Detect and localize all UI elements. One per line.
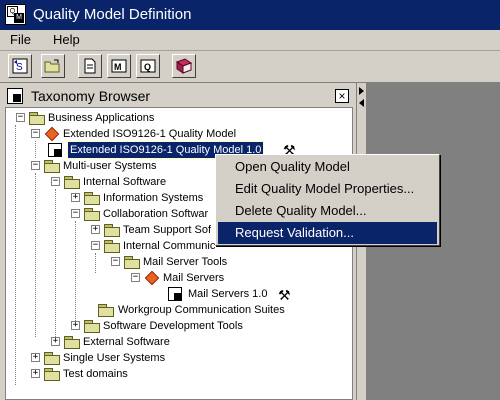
open-folder-icon — [44, 59, 60, 73]
taxonomy-tree[interactable]: − Business Applications − Extended ISO91… — [5, 107, 353, 400]
model-q-button[interactable]: Q — [136, 54, 160, 78]
folder-icon — [104, 223, 120, 237]
expand-toggle[interactable]: + — [71, 321, 80, 330]
window-title-bar[interactable]: QM Quality Model Definition — [0, 0, 500, 30]
toolbar: S M Q — [0, 51, 500, 83]
quality-model-icon — [168, 287, 184, 301]
context-menu: Open Quality Model Edit Quality Model Pr… — [215, 154, 440, 246]
model-cube-icon — [44, 126, 60, 142]
model-m-icon: M — [111, 59, 127, 73]
collapse-toggle[interactable]: − — [51, 177, 60, 186]
panel-close-button[interactable]: × — [335, 89, 349, 103]
collapse-toggle[interactable]: − — [91, 241, 100, 250]
svg-text:Q: Q — [144, 62, 151, 72]
menu-item-edit-properties[interactable]: Edit Quality Model Properties... — [218, 178, 437, 200]
document-button[interactable] — [78, 54, 102, 78]
folder-icon — [84, 191, 100, 205]
collapse-toggle[interactable]: − — [111, 257, 120, 266]
folder-icon — [44, 159, 60, 173]
expand-toggle[interactable]: + — [51, 337, 60, 346]
model-m-button[interactable]: M — [107, 54, 131, 78]
collapse-toggle[interactable]: − — [31, 161, 40, 170]
open-button[interactable] — [41, 54, 65, 78]
svg-text:M: M — [114, 62, 122, 72]
splitter-left-arrow-icon[interactable] — [359, 99, 364, 107]
folder-icon — [44, 351, 60, 365]
book-button[interactable] — [172, 54, 196, 78]
document-icon — [84, 58, 96, 74]
splitter-right-arrow-icon[interactable] — [359, 87, 364, 95]
window-title: Quality Model Definition — [33, 6, 192, 23]
menu-bar: File Help — [0, 30, 500, 51]
panel-icon — [7, 88, 23, 104]
folder-icon — [98, 303, 114, 317]
collapse-toggle[interactable]: − — [31, 129, 40, 138]
panel-title: Taxonomy Browser — [31, 88, 151, 104]
app-icon: QM — [5, 4, 26, 25]
menu-item-open-quality-model[interactable]: Open Quality Model — [218, 156, 437, 178]
menu-help[interactable]: Help — [53, 32, 80, 48]
panel-title-bar: Taxonomy Browser × — [5, 86, 353, 106]
expand-toggle[interactable]: + — [91, 225, 100, 234]
model-q-icon: Q — [140, 59, 156, 73]
hammer-icon: ⚒ — [278, 287, 291, 303]
quality-model-icon — [48, 143, 64, 157]
folder-icon — [124, 255, 140, 269]
expand-toggle[interactable]: + — [31, 369, 40, 378]
menu-item-delete-quality-model[interactable]: Delete Quality Model... — [218, 200, 437, 222]
collapse-toggle[interactable]: − — [71, 209, 80, 218]
collapse-toggle[interactable]: − — [16, 113, 25, 122]
svg-text:S: S — [16, 62, 23, 73]
folder-icon — [29, 111, 45, 125]
folder-icon — [84, 207, 100, 221]
refresh-model-icon: S — [12, 58, 28, 74]
expand-toggle[interactable]: + — [71, 193, 80, 202]
folder-icon — [104, 239, 120, 253]
collapse-toggle[interactable]: − — [131, 273, 140, 282]
folder-icon — [64, 175, 80, 189]
folder-icon — [84, 319, 100, 333]
book-icon — [175, 58, 193, 74]
model-cube-icon — [144, 270, 160, 286]
menu-item-request-validation[interactable]: Request Validation... — [218, 222, 437, 244]
folder-icon — [44, 367, 60, 381]
expand-toggle[interactable]: + — [31, 353, 40, 362]
folder-icon — [64, 335, 80, 349]
refresh-model-button[interactable]: S — [8, 54, 32, 78]
menu-file[interactable]: File — [10, 32, 31, 48]
